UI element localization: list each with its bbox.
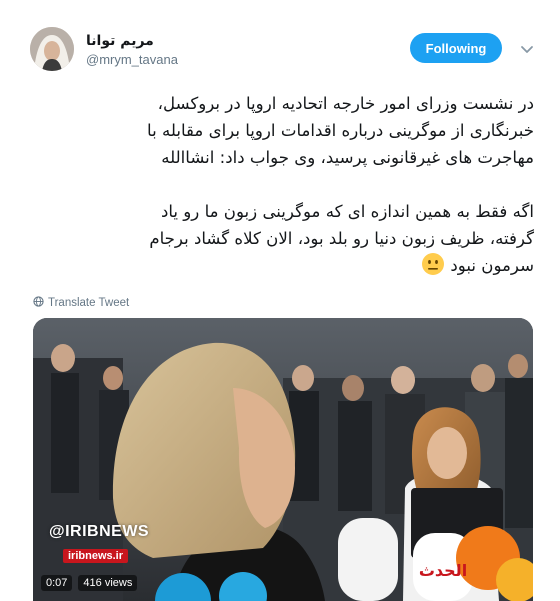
tweet-line: اگه فقط به همین اندازه ای که موگرینی زبو…: [160, 202, 534, 221]
user-handle[interactable]: @mrym_tavana: [86, 52, 178, 67]
translate-label: Translate Tweet: [48, 297, 130, 309]
display-name[interactable]: مریم توانا: [86, 33, 154, 49]
translate-tweet-link[interactable]: Translate Tweet: [33, 296, 129, 310]
tweet-line-last: سرمون نبود: [34, 252, 534, 279]
video-play-area[interactable]: [33, 318, 533, 601]
tweet-text: در نشست وزرای امور خارجه اتحادیه اروپا د…: [34, 90, 534, 279]
tweet-line: خبرنگاری از موگرینی درباره اقدامات اروپا…: [147, 121, 534, 140]
video-views: 416 views: [78, 575, 138, 591]
tweet-line: گرفته، ظریف زبون دنیا رو بلد بود، الان ک…: [149, 229, 534, 248]
avatar[interactable]: [30, 27, 74, 71]
video-time: 0:07: [41, 575, 73, 591]
neutral-face-emoji-icon: [421, 252, 445, 276]
video-meta-bar: 0:07 416 views: [41, 575, 138, 591]
following-button[interactable]: Following: [410, 33, 502, 63]
globe-icon: [33, 296, 44, 310]
tweet-line: مهاجرت های غیرقانونی پرسید، وی جواب داد:…: [161, 148, 534, 167]
tweet-line: در نشست وزرای امور خارجه اتحادیه اروپا د…: [157, 94, 534, 113]
chevron-down-icon[interactable]: [516, 38, 538, 60]
avatar-image: [30, 27, 74, 71]
tweet-line-text: سرمون نبود: [450, 256, 534, 275]
video-player[interactable]: الحدث @IRIBNEWS iribnews.ir 0:07 416 vie…: [33, 318, 533, 601]
